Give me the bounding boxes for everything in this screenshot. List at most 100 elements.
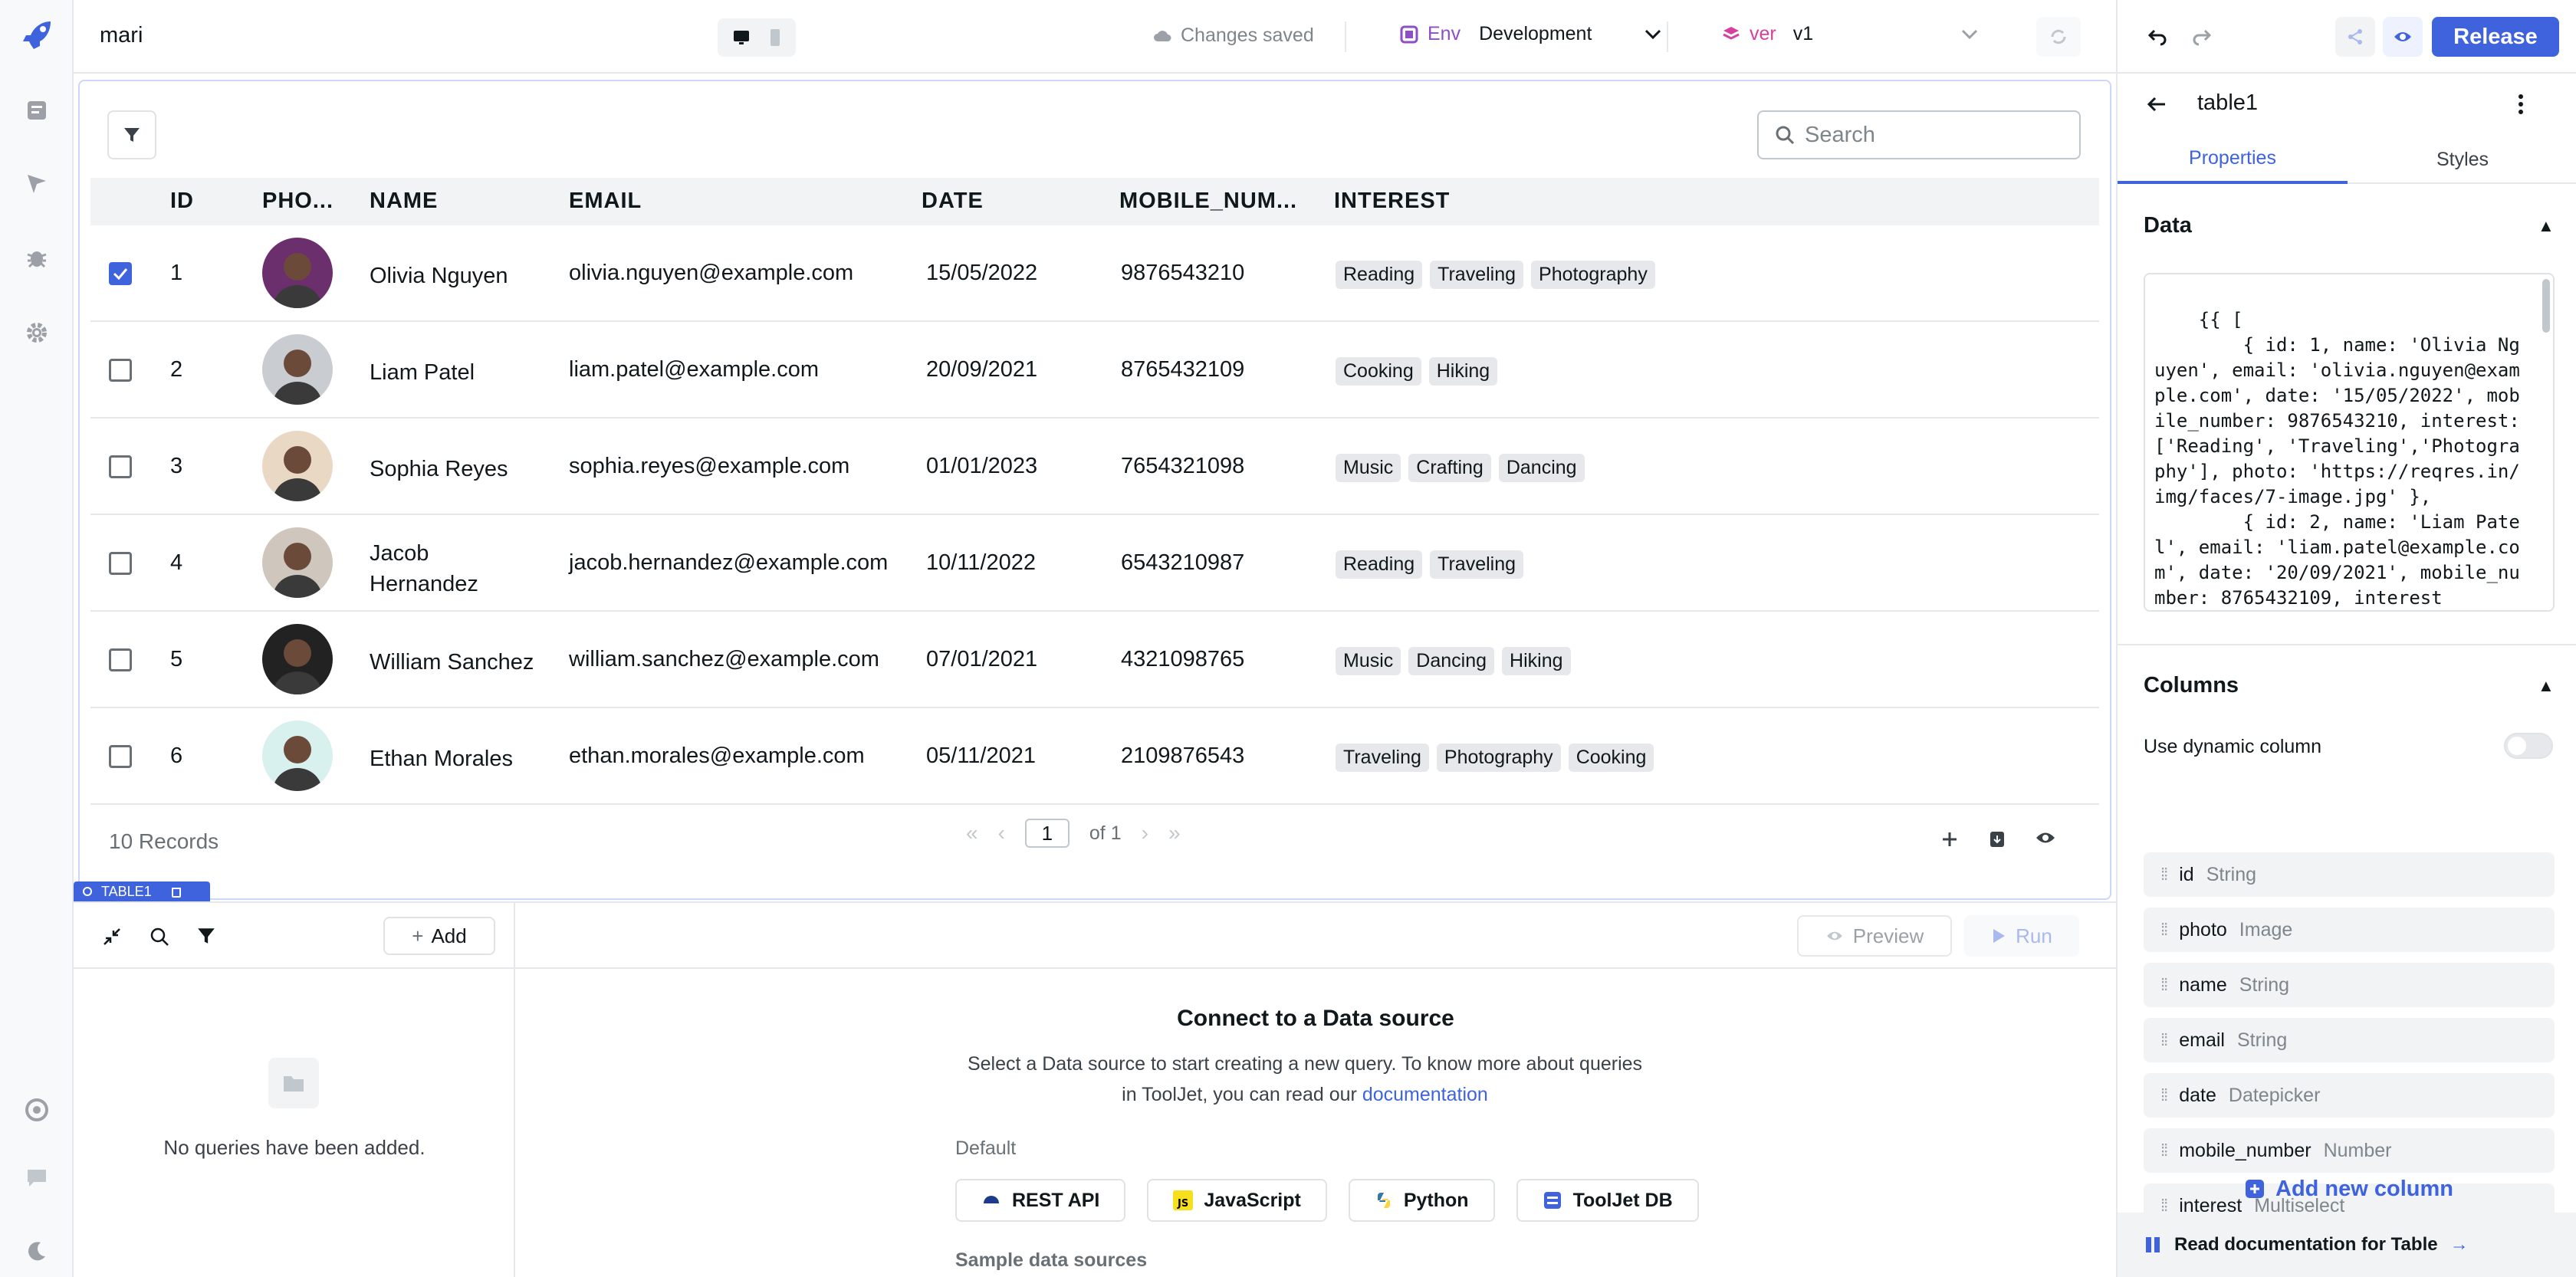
- caret-up-icon[interactable]: ▲: [2538, 676, 2555, 696]
- page-number-input[interactable]: 1: [1024, 819, 1070, 848]
- tab-styles[interactable]: Styles: [2348, 135, 2576, 184]
- column-item[interactable]: ⁞⁞ date Datepicker: [2144, 1073, 2555, 1118]
- dynamic-column-toggle[interactable]: [2504, 733, 2553, 759]
- code-scrollbar[interactable]: [2542, 279, 2550, 333]
- table-row[interactable]: 6 Ethan Morales ethan.morales@example.com 0…: [90, 708, 2099, 805]
- settings-gear-icon[interactable]: [18, 314, 55, 351]
- arrow-right-icon: →: [2450, 1234, 2469, 1255]
- app-name[interactable]: mari: [100, 23, 143, 48]
- data-section-title[interactable]: Data: [2144, 213, 2192, 238]
- datasource-python[interactable]: Python: [1348, 1179, 1495, 1222]
- datasource-label: JavaScript: [1204, 1189, 1301, 1211]
- drag-handle-icon[interactable]: ⁞⁞: [2160, 1141, 2168, 1160]
- column-header-interest[interactable]: INTEREST: [1334, 189, 1450, 214]
- columns-section-title[interactable]: Columns: [2144, 673, 2239, 698]
- datasource-rest-api[interactable]: REST API: [955, 1179, 1126, 1222]
- data-code-editor[interactable]: {{ [ { id: 1, name: 'Olivia Nguyen', ema…: [2144, 273, 2555, 612]
- search-icon[interactable]: [149, 926, 170, 947]
- interest-tag: Dancing: [1408, 647, 1495, 675]
- share-button[interactable]: [2335, 17, 2375, 57]
- drag-handle-icon[interactable]: ⁞⁞: [2160, 920, 2168, 940]
- table-row[interactable]: 3 Sophia Reyes sophia.reyes@example.com 01/…: [90, 419, 2099, 515]
- collapse-icon[interactable]: [101, 926, 123, 947]
- play-icon: [1993, 929, 2006, 943]
- column-header-email[interactable]: EMAIL: [569, 189, 642, 214]
- table-row[interactable]: 2 Liam Patel liam.patel@example.com 20/09/2…: [90, 322, 2099, 419]
- component-name[interactable]: table1: [2197, 90, 2258, 116]
- inspector-icon[interactable]: [18, 166, 55, 202]
- sample-section-label: Sample data sources: [955, 1249, 1148, 1271]
- row-select-checkbox[interactable]: [109, 262, 132, 285]
- interest-tags: Reading Traveling Photography: [1336, 261, 1655, 289]
- last-page-icon[interactable]: »: [1168, 821, 1181, 845]
- read-documentation-link[interactable]: Read documentation for Table →: [2118, 1213, 2576, 1277]
- drag-handle-icon[interactable]: ⁞⁞: [2160, 975, 2168, 995]
- caret-up-icon[interactable]: ▲: [2538, 216, 2555, 236]
- undo-button[interactable]: [2137, 17, 2177, 57]
- widget-name-tag[interactable]: TABLE1: [74, 881, 210, 901]
- table-row[interactable]: 4 Jacob Hernandez jacob.hernandez@example.…: [90, 515, 2099, 612]
- table-row[interactable]: 1 Olivia Nguyen olivia.nguyen@example.com 1…: [90, 225, 2099, 322]
- drag-handle-icon[interactable]: ⁞⁞: [2160, 865, 2168, 885]
- environment-selector[interactable]: Env Development: [1400, 23, 1662, 45]
- comments-icon[interactable]: [18, 1159, 55, 1196]
- column-item[interactable]: ⁞⁞ photo Image: [2144, 908, 2555, 952]
- version-selector[interactable]: ver v1: [1722, 23, 1979, 45]
- datasource-tooljet-db[interactable]: ToolJet DB: [1516, 1179, 1699, 1222]
- device-toggle[interactable]: [718, 18, 796, 57]
- table-row[interactable]: 5 William Sanchez william.sanchez@example.…: [90, 612, 2099, 708]
- row-select-checkbox[interactable]: [109, 552, 132, 575]
- back-arrow-icon[interactable]: [2147, 95, 2167, 113]
- sync-button[interactable]: [2036, 17, 2081, 57]
- more-options-icon[interactable]: [2516, 92, 2525, 117]
- column-header-id[interactable]: ID: [170, 189, 194, 214]
- datasource-javascript[interactable]: JS JavaScript: [1147, 1179, 1327, 1222]
- trash-icon[interactable]: [170, 885, 182, 898]
- table-filter-button[interactable]: [107, 110, 156, 159]
- column-item-name: date: [2179, 1084, 2216, 1106]
- filter-icon[interactable]: [196, 926, 216, 946]
- connect-title: Connect to a Data source: [1177, 1006, 1454, 1031]
- support-icon[interactable]: [18, 1092, 55, 1128]
- env-icon: [1400, 25, 1418, 43]
- column-header-date[interactable]: DATE: [922, 189, 984, 214]
- column-header-photo[interactable]: PHO...: [262, 189, 334, 214]
- column-item-name: id: [2179, 863, 2194, 885]
- column-visibility-eye-icon[interactable]: [2035, 829, 2056, 846]
- first-page-icon[interactable]: «: [966, 821, 978, 845]
- row-select-checkbox[interactable]: [109, 648, 132, 671]
- row-select-checkbox[interactable]: [109, 359, 132, 382]
- run-query-button[interactable]: Run: [1964, 915, 2079, 957]
- prev-page-icon[interactable]: ‹: [998, 821, 1005, 845]
- pages-icon[interactable]: [18, 92, 55, 129]
- divider: [2118, 644, 2576, 645]
- column-header-mobile[interactable]: MOBILE_NUM...: [1119, 189, 1297, 214]
- cell-date: 10/11/2022: [926, 550, 1036, 575]
- documentation-link[interactable]: documentation: [1362, 1084, 1488, 1105]
- dark-mode-moon-icon[interactable]: [18, 1233, 55, 1269]
- table-search-input[interactable]: Search: [1757, 110, 2081, 159]
- add-row-icon[interactable]: [1940, 829, 1960, 849]
- tooljet-logo-icon[interactable]: [18, 17, 55, 54]
- next-page-icon[interactable]: ›: [1142, 821, 1148, 845]
- column-item[interactable]: ⁞⁞ id String: [2144, 852, 2555, 897]
- add-new-column-button[interactable]: Add new column: [2144, 1167, 2555, 1211]
- drag-handle-icon[interactable]: ⁞⁞: [2160, 1030, 2168, 1050]
- desktop-icon[interactable]: [732, 28, 751, 47]
- preview-app-button[interactable]: [2383, 17, 2423, 57]
- mobile-icon[interactable]: [769, 28, 781, 47]
- release-button[interactable]: Release: [2432, 17, 2559, 57]
- preview-query-button[interactable]: Preview: [1797, 915, 1952, 957]
- debugger-icon[interactable]: [18, 239, 55, 276]
- drag-handle-icon[interactable]: ⁞⁞: [2160, 1085, 2168, 1105]
- row-select-checkbox[interactable]: [109, 455, 132, 478]
- connect-description: Select a Data source to start creating a…: [960, 1049, 1650, 1110]
- add-query-button[interactable]: + Add: [383, 917, 495, 955]
- column-header-name[interactable]: NAME: [370, 189, 438, 214]
- download-icon[interactable]: [1987, 829, 2007, 849]
- row-select-checkbox[interactable]: [109, 745, 132, 768]
- column-item[interactable]: ⁞⁞ email String: [2144, 1018, 2555, 1062]
- redo-button[interactable]: [2182, 17, 2222, 57]
- tab-properties[interactable]: Properties: [2118, 135, 2348, 184]
- column-item[interactable]: ⁞⁞ name String: [2144, 963, 2555, 1007]
